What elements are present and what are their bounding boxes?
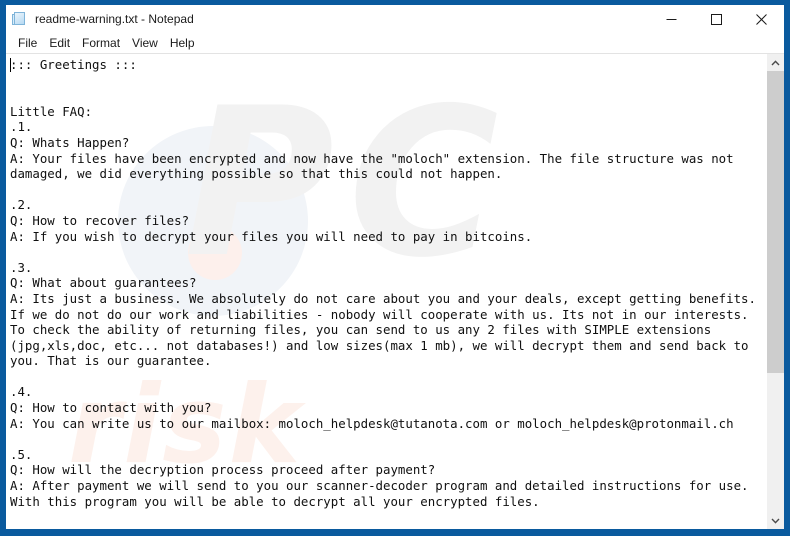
scroll-up-button[interactable] [767, 54, 784, 71]
menu-item-file[interactable]: File [12, 33, 43, 53]
maximize-button[interactable] [694, 5, 739, 33]
vertical-scrollbar[interactable] [766, 54, 784, 529]
scrollbar-thumb[interactable] [767, 71, 784, 374]
text-content: ::: Greetings ::: Little FAQ: .1. Q: Wha… [10, 57, 756, 509]
maximize-icon [711, 13, 722, 25]
minimize-icon [666, 18, 677, 20]
minimize-button[interactable] [649, 5, 694, 33]
window-controls [649, 5, 784, 33]
notepad-window: readme-warning.txt - Notepad File Edit F… [0, 0, 790, 536]
menu-item-view[interactable]: View [126, 33, 164, 53]
text-caret [10, 58, 11, 72]
close-icon [756, 13, 767, 25]
menu-bar: File Edit Format View Help [6, 33, 784, 53]
notepad-icon [12, 11, 28, 27]
chevron-up-icon [771, 59, 780, 65]
menu-item-edit[interactable]: Edit [43, 33, 76, 53]
menu-item-help[interactable]: Help [164, 33, 201, 53]
text-editor[interactable]: PC risk ::: Greetings ::: Little FAQ: .1… [6, 54, 766, 529]
scroll-down-button[interactable] [767, 512, 784, 529]
scrollbar-track[interactable] [767, 71, 784, 512]
editor-area: PC risk ::: Greetings ::: Little FAQ: .1… [6, 53, 784, 529]
title-bar[interactable]: readme-warning.txt - Notepad [6, 5, 784, 33]
window-title: readme-warning.txt - Notepad [35, 12, 194, 26]
menu-item-format[interactable]: Format [76, 33, 126, 53]
chevron-down-icon [771, 518, 780, 524]
close-button[interactable] [739, 5, 784, 33]
